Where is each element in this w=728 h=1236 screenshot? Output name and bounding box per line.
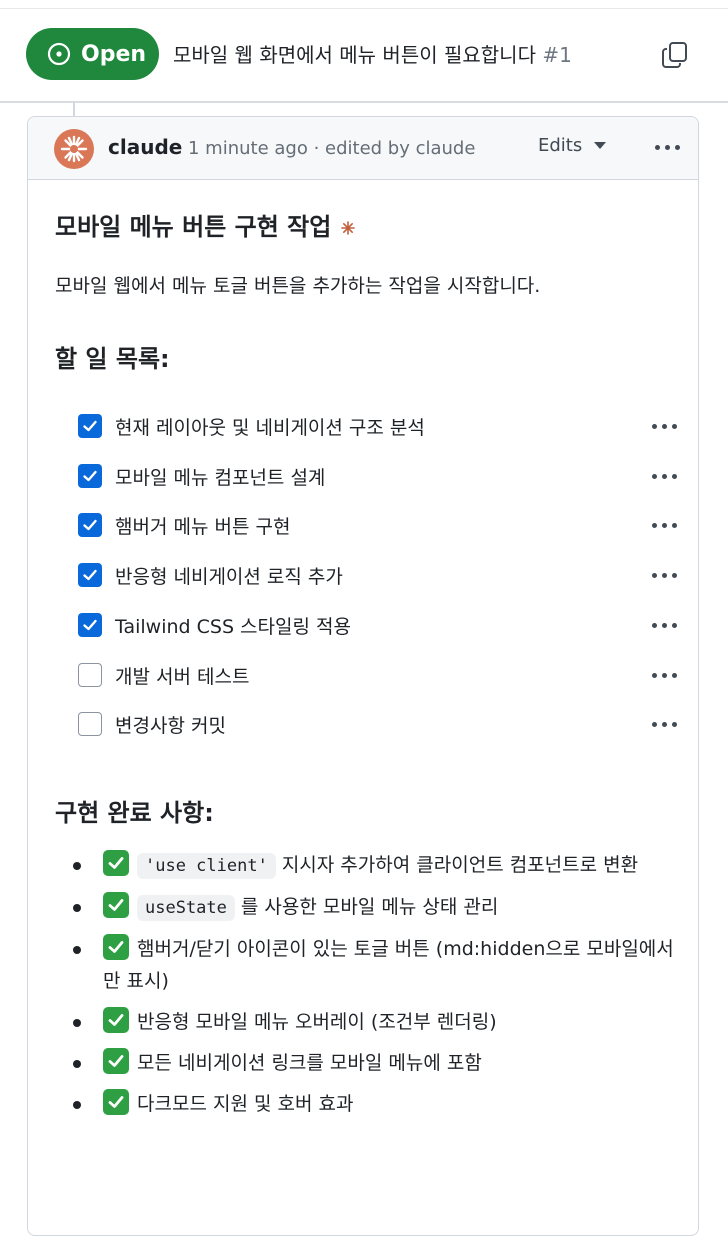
task-options-icon[interactable] [652,672,677,678]
comment-options-icon[interactable] [655,145,680,150]
bullet-icon [73,1060,81,1068]
list-item: 반응형 모바일 메뉴 오버레이 (조건부 렌더링) [73,1006,683,1038]
todo-heading: 할 일 목록: [55,345,170,373]
task-label: 반응형 네비게이션 로직 추가 [115,566,343,589]
task-options-icon[interactable] [652,722,677,728]
list-item: useState 를 사용한 모바일 메뉴 상태 관리 [73,891,683,924]
list-item-text: 지시자 추가하여 클라이언트 컴포넌트로 변환 [281,854,639,876]
timeline-connector [73,101,75,116]
task-options-icon[interactable] [652,622,677,628]
inline-code: useState [137,895,235,921]
list-item: 햄버거/닫기 아이콘이 있는 토글 버튼 (md:hidden으로 모바일에서만… [73,933,683,997]
inline-code: 'use client' [137,853,276,879]
issue-title: 모바일 웹 화면에서 메뉴 버튼이 필요합니다 #1 [173,39,572,68]
done-heading: 구현 완료 사항: [55,799,214,827]
comment-author[interactable]: claude [108,135,182,159]
sparkle-icon [341,221,356,235]
task-item: 햄버거 메뉴 버튼 구현 [78,510,678,540]
edits-label: Edits [538,135,583,156]
chevron-down-icon [594,142,607,149]
task-checkbox[interactable] [78,414,102,438]
issue-title-text: 모바일 웹 화면에서 메뉴 버튼이 필요합니다 [173,43,536,67]
task-options-icon[interactable] [652,573,677,579]
bullet-icon [73,862,81,870]
check-mark-icon [103,1048,129,1074]
task-checkbox[interactable] [78,513,102,538]
check-mark-icon [103,934,129,960]
task-checkbox[interactable] [78,463,102,488]
issue-comment: claude 1 minute ago · edited by claude E… [27,116,699,1236]
list-item-text: 반응형 모바일 메뉴 오버레이 (조건부 렌더링) [137,1011,497,1033]
task-checkbox[interactable] [78,712,102,737]
bullet-icon [73,1019,81,1027]
check-icon [83,420,97,432]
list-item-text: 모든 네비게이션 링크를 모바일 메뉴에 포함 [137,1052,482,1074]
list-item-text: 를 사용한 모바일 메뉴 상태 관리 [240,896,499,918]
check-mark-icon [103,1089,129,1115]
check-icon [83,470,97,481]
done-list: 'use client' 지시자 추가하여 클라이언트 컴포넌트로 변환 useSt… [73,849,683,1129]
edits-dropdown[interactable]: Edits [538,135,607,156]
task-label: 햄버거 메뉴 버튼 구현 [115,516,291,539]
task-item: Tailwind CSS 스타일링 적용 [78,610,678,640]
check-icon [83,569,97,581]
task-options-icon[interactable] [652,523,677,529]
list-item: 다크모드 지원 및 호버 효과 [73,1088,683,1120]
task-options-icon[interactable] [652,473,677,479]
task-checkbox[interactable] [78,612,102,637]
copy-icon[interactable] [660,40,690,70]
comment-meta[interactable]: 1 minute ago · edited by claude [188,138,475,159]
task-item: 개발 서버 테스트 [78,660,678,690]
task-item: 모바일 메뉴 컴포넌트 설계 [78,461,678,491]
task-checkbox[interactable] [78,563,102,588]
check-icon [83,520,97,531]
intro-text: 모바일 웹에서 메뉴 토글 버튼을 추가하는 작업을 시작합니다. [55,275,541,297]
task-item: 반응형 네비게이션 로직 추가 [78,560,678,590]
list-item: 모든 네비게이션 링크를 모바일 메뉴에 포함 [73,1047,683,1079]
task-checkbox[interactable] [78,662,102,687]
bullet-icon [73,1101,81,1109]
claude-logo-icon [60,135,88,163]
list-item: 'use client' 지시자 추가하여 클라이언트 컴포넌트로 변환 [73,849,683,882]
list-item-text: 햄버거/닫기 아이콘이 있는 토글 버튼 (md:hidden으로 모바일에서만… [103,938,674,992]
check-mark-icon [103,892,129,918]
task-label: 변경사항 커밋 [115,715,226,738]
list-item-text: 다크모드 지원 및 호버 효과 [137,1093,354,1115]
task-label: 현재 레이아웃 및 네비게이션 구조 분석 [115,417,425,439]
bullet-icon [73,946,81,954]
task-item: 변경사항 커밋 [78,709,678,739]
issue-number: #1 [542,43,572,67]
comment-heading: 모바일 메뉴 버튼 구현 작업 [55,207,356,242]
check-icon [83,619,97,630]
comment-header: claude 1 minute ago · edited by claude E… [28,117,698,180]
task-label: 개발 서버 테스트 [115,665,250,688]
task-item: 현재 레이아웃 및 네비게이션 구조 분석 [78,411,678,441]
issue-header: Open 모바일 웹 화면에서 메뉴 버튼이 필요합니다 #1 [0,9,728,103]
status-label: Open [81,41,147,67]
task-options-icon[interactable] [652,424,677,429]
task-label: 모바일 메뉴 컴포넌트 설계 [115,466,326,489]
check-mark-icon [103,1007,129,1033]
task-label: Tailwind CSS 스타일링 적용 [115,615,351,638]
bullet-icon [73,904,81,912]
issue-opened-icon [47,42,71,66]
check-mark-icon [103,850,129,876]
avatar[interactable] [54,129,94,169]
status-badge: Open [26,28,159,80]
